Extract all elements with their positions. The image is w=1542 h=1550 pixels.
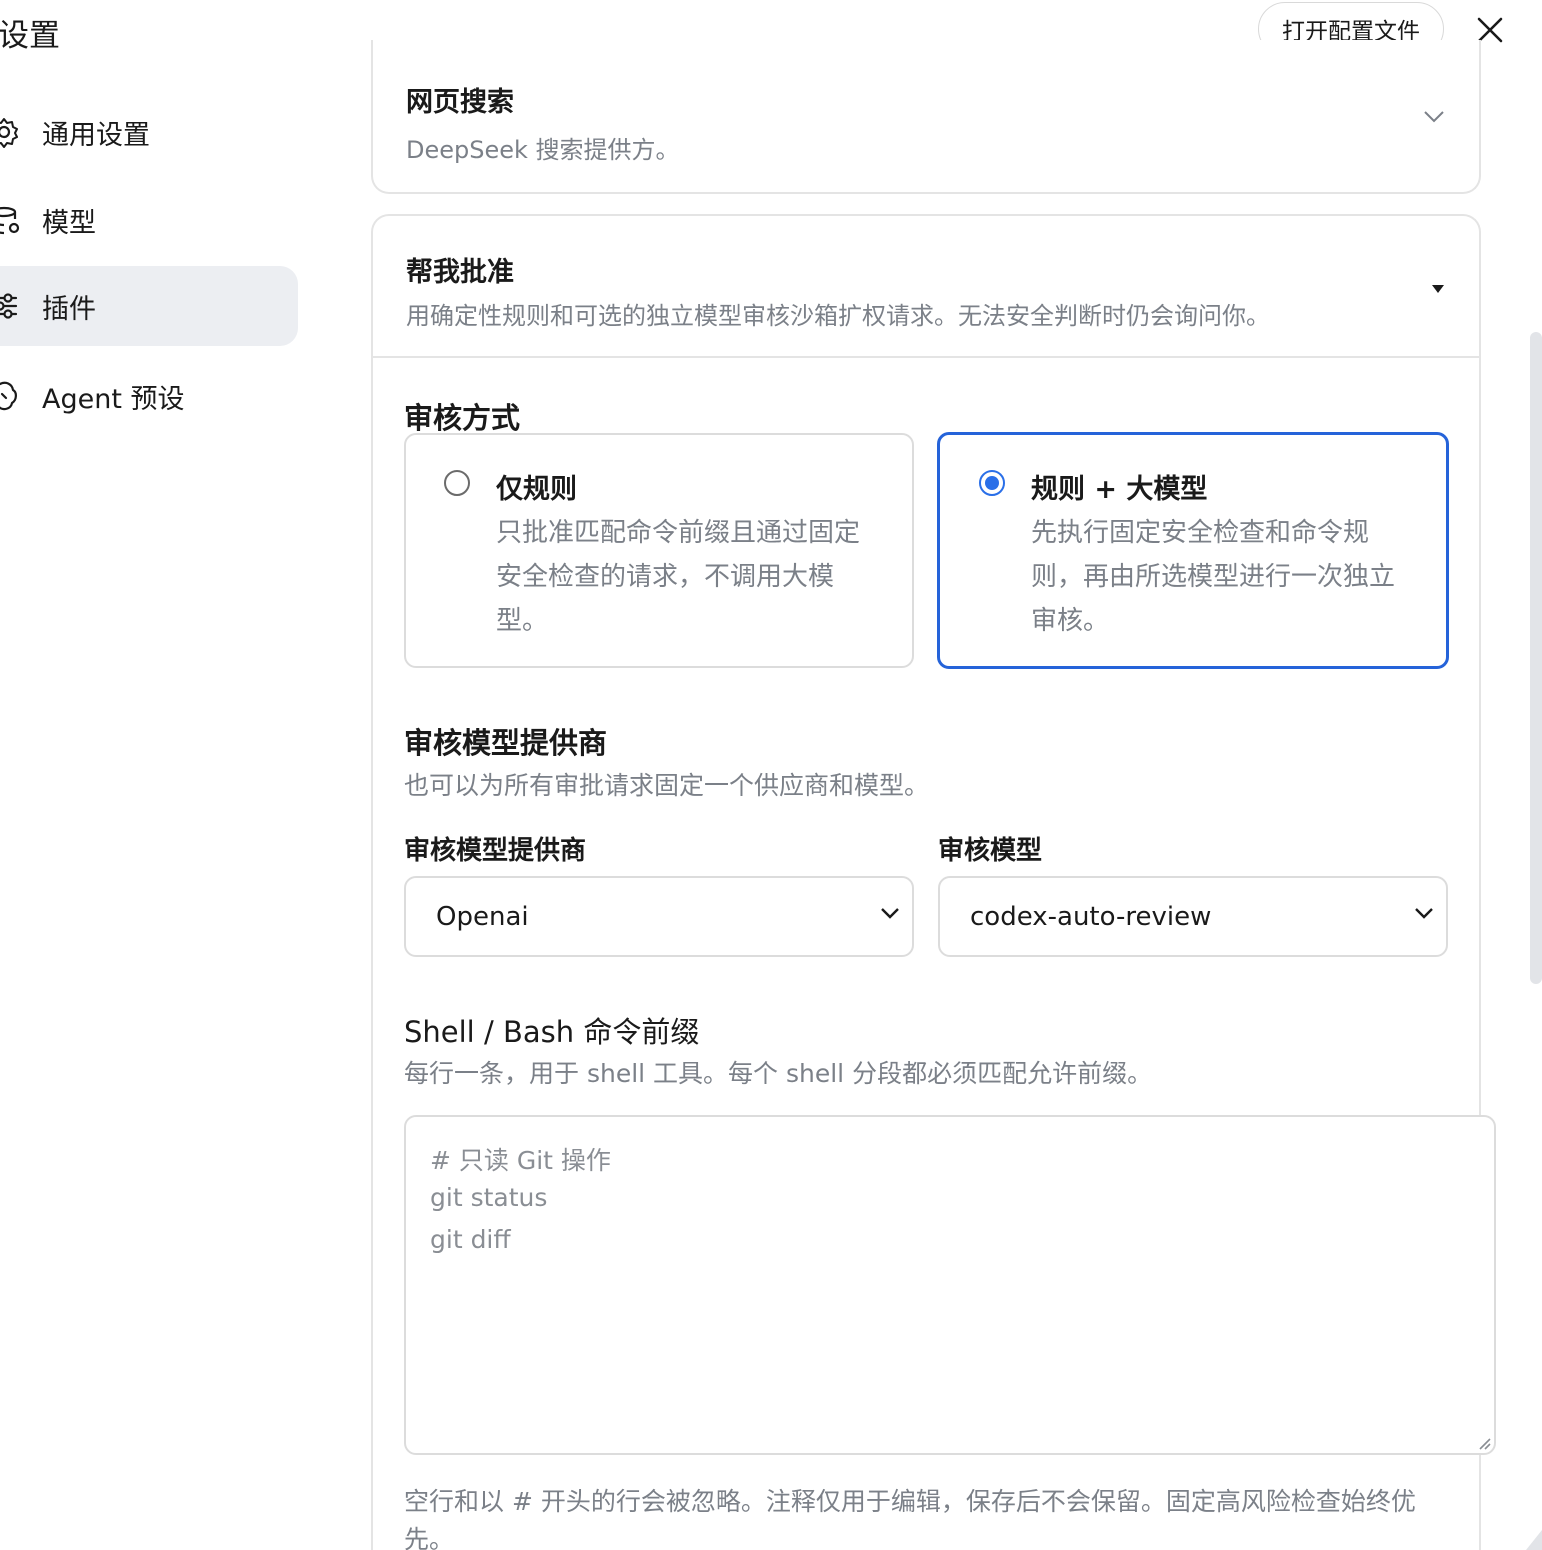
agent-icon (0, 381, 17, 411)
provider-select-value: Openai (436, 902, 529, 932)
approval-description: 用确定性规则和可选的独立模型审核沙箱扩权请求。无法安全判断时仍会询问你。 (406, 302, 1270, 330)
sidebar-item-label: 插件 (42, 293, 96, 325)
textarea-line: git diff (430, 1225, 511, 1254)
option-rules-only[interactable]: 仅规则 只批准匹配命令前缀且通过固定安全检查的请求，不调用大模型。 (404, 433, 914, 668)
model-label: 审核模型 (938, 836, 1043, 866)
radio-button-checked[interactable] (979, 470, 1005, 496)
shell-prefix-note: 空行和以 # 开头的行会被忽略。注释仅用于编辑，保存后不会保留。固定高风险检查始… (404, 1487, 1416, 1550)
provider-select[interactable]: Openai (404, 876, 914, 957)
shell-prefix-textarea[interactable]: # 只读 Git 操作 git status git diff (404, 1115, 1496, 1455)
option-description: 只批准匹配命令前缀且通过固定安全检查的请求，不调用大模型。 (496, 518, 861, 636)
textarea-line: # 只读 Git 操作 (430, 1146, 611, 1175)
resize-handle-icon[interactable] (1476, 1435, 1492, 1451)
web-search-title: 网页搜索 (406, 87, 514, 118)
chevron-down-icon (881, 908, 899, 919)
approval-title: 帮我批准 (406, 257, 514, 288)
option-title: 仅规则 (496, 474, 577, 505)
sliders-icon (0, 293, 18, 319)
web-search-card[interactable]: 网页搜索 DeepSeek 搜索提供方。 (371, 40, 1481, 194)
web-search-description: DeepSeek 搜索提供方。 (406, 136, 680, 164)
textarea-line: git status (430, 1183, 548, 1212)
model-select-value: codex-auto-review (970, 902, 1212, 932)
settings-page: 设置 打开配置文件 通用设置 模型 插件 Agent 预设 网页搜索 DeepS… (0, 0, 1542, 1550)
caret-down-icon[interactable] (1431, 284, 1445, 294)
sidebar-item-label: 通用设置 (42, 119, 150, 151)
shell-prefix-title: Shell / Bash 命令前缀 (404, 1015, 700, 1049)
sidebar-item-agent-presets[interactable]: Agent 预设 (0, 356, 298, 436)
option-description: 先执行固定安全检查和命令规则，再由所选模型进行一次独立审核。 (1031, 518, 1396, 636)
option-title: 规则 + 大模型 (1031, 474, 1208, 505)
resize-corner-icon (1526, 1530, 1542, 1550)
sidebar-item-models[interactable]: 模型 (0, 180, 298, 260)
approval-divider (373, 356, 1479, 358)
provider-section-title: 审核模型提供商 (404, 726, 608, 760)
provider-label: 审核模型提供商 (404, 836, 587, 866)
sidebar-item-plugins[interactable]: 插件 (0, 266, 298, 346)
database-icon (0, 206, 20, 235)
chevron-down-icon[interactable] (1423, 110, 1445, 124)
gear-icon (0, 118, 18, 148)
option-rules-plus-llm[interactable]: 规则 + 大模型 先执行固定安全检查和命令规则，再由所选模型进行一次独立审核。 (937, 432, 1449, 669)
radio-button[interactable] (444, 470, 470, 496)
scrollbar-thumb[interactable] (1530, 332, 1542, 984)
sidebar-item-label: 模型 (42, 207, 96, 239)
shell-prefix-description: 每行一条，用于 shell 工具。每个 shell 分段都必须匹配允许前缀。 (404, 1059, 1153, 1088)
model-select[interactable]: codex-auto-review (938, 876, 1448, 957)
review-mode-title: 审核方式 (404, 401, 521, 435)
chevron-down-icon (1415, 908, 1433, 919)
sidebar-item-general[interactable]: 通用设置 (0, 92, 298, 172)
page-title: 设置 (0, 18, 60, 54)
provider-section-description: 也可以为所有审批请求固定一个供应商和模型。 (404, 771, 930, 800)
sidebar-item-label: Agent 预设 (42, 383, 185, 415)
